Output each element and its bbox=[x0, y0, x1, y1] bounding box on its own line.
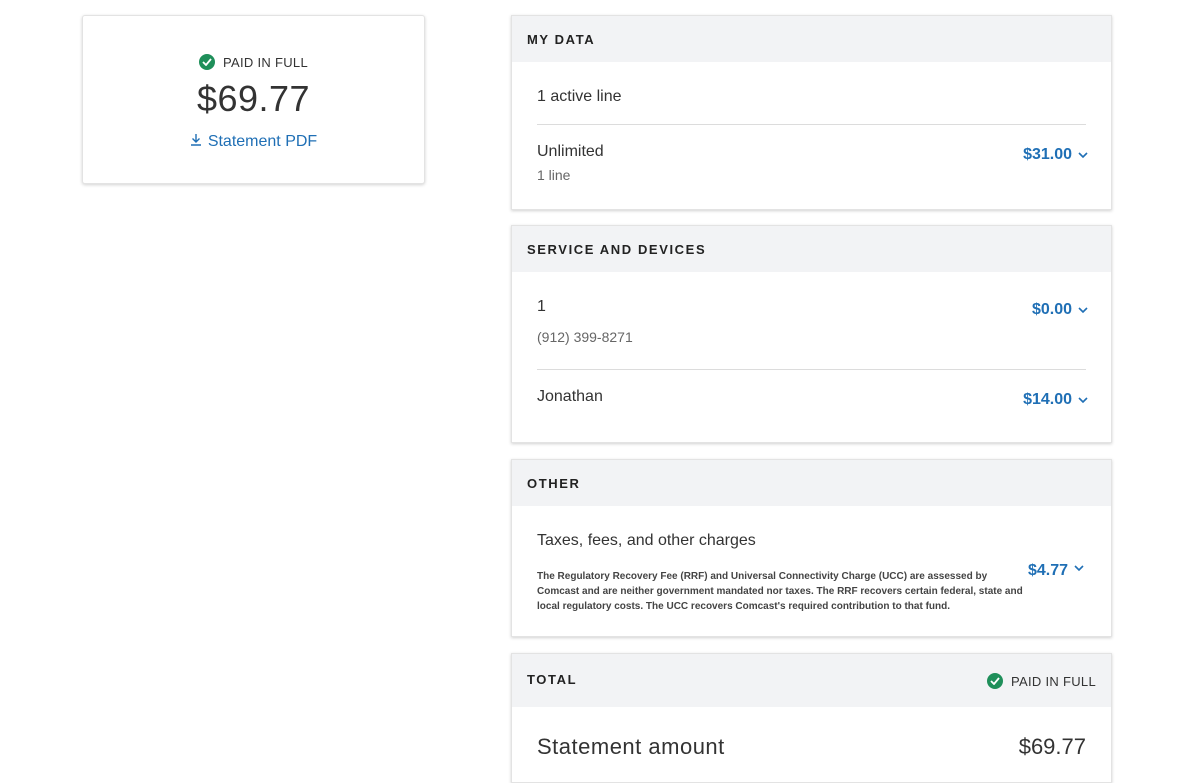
line-price-toggle[interactable]: $0.00 bbox=[1032, 301, 1089, 319]
plan-title: Unlimited bbox=[537, 143, 604, 160]
total-header: TOTAL PAID IN FULL bbox=[512, 654, 1111, 707]
device-price-toggle[interactable]: $14.00 bbox=[1023, 391, 1089, 409]
service-devices-section: SERVICE AND DEVICES 1 (912) 399-8271 $0.… bbox=[511, 225, 1112, 443]
other-header: OTHER bbox=[512, 460, 1111, 506]
line-number: 1 bbox=[537, 298, 546, 315]
taxes-price[interactable]: $4.77 bbox=[1028, 562, 1068, 580]
chevron-down-icon bbox=[1078, 397, 1088, 404]
taxes-title: Taxes, fees, and other charges bbox=[537, 532, 756, 549]
chevron-down-icon bbox=[1078, 307, 1088, 314]
chevron-down-icon bbox=[1078, 152, 1088, 159]
divider bbox=[537, 124, 1086, 125]
summary-amount: $69.77 bbox=[196, 78, 311, 119]
plan-price-toggle[interactable]: $31.00 bbox=[1023, 146, 1089, 164]
taxes-price-toggle[interactable]: $4.77 bbox=[1028, 562, 1085, 580]
paid-status-label: PAID IN FULL bbox=[223, 54, 308, 70]
statement-amount-value: $69.77 bbox=[1018, 734, 1086, 759]
service-devices-header: SERVICE AND DEVICES bbox=[512, 226, 1111, 272]
statement-pdf-link[interactable]: Statement PDF bbox=[83, 133, 424, 151]
payment-summary-card: PAID IN FULL $69.77 Statement PDF bbox=[82, 15, 425, 184]
my-data-header: MY DATA bbox=[512, 16, 1111, 62]
total-header-label: TOTAL bbox=[527, 672, 578, 687]
chevron-down-icon bbox=[1074, 565, 1084, 572]
total-paid-label: PAID IN FULL bbox=[1011, 673, 1096, 689]
other-section: OTHER Taxes, fees, and other charges The… bbox=[511, 459, 1112, 637]
total-paid-status: PAID IN FULL bbox=[987, 673, 1096, 689]
plan-lines: 1 line bbox=[537, 167, 571, 183]
statement-amount-label: Statement amount bbox=[537, 734, 725, 759]
taxes-note: The Regulatory Recovery Fee (RRF) and Un… bbox=[537, 571, 1023, 612]
active-lines-label: 1 active line bbox=[537, 88, 622, 105]
statement-pdf-label[interactable]: Statement PDF bbox=[208, 133, 317, 151]
total-section: TOTAL PAID IN FULL Statement amount $69.… bbox=[511, 653, 1112, 783]
divider bbox=[537, 369, 1086, 370]
device-price[interactable]: $14.00 bbox=[1023, 391, 1072, 409]
download-icon bbox=[190, 133, 202, 151]
check-circle-icon bbox=[199, 54, 215, 70]
plan-price[interactable]: $31.00 bbox=[1023, 146, 1072, 164]
my-data-section: MY DATA 1 active line Unlimited 1 line $… bbox=[511, 15, 1112, 210]
line-price[interactable]: $0.00 bbox=[1032, 301, 1072, 319]
paid-status: PAID IN FULL bbox=[83, 54, 424, 70]
device-name: Jonathan bbox=[537, 388, 603, 405]
line-phone: (912) 399-8271 bbox=[537, 329, 633, 345]
check-circle-icon bbox=[987, 673, 1003, 689]
